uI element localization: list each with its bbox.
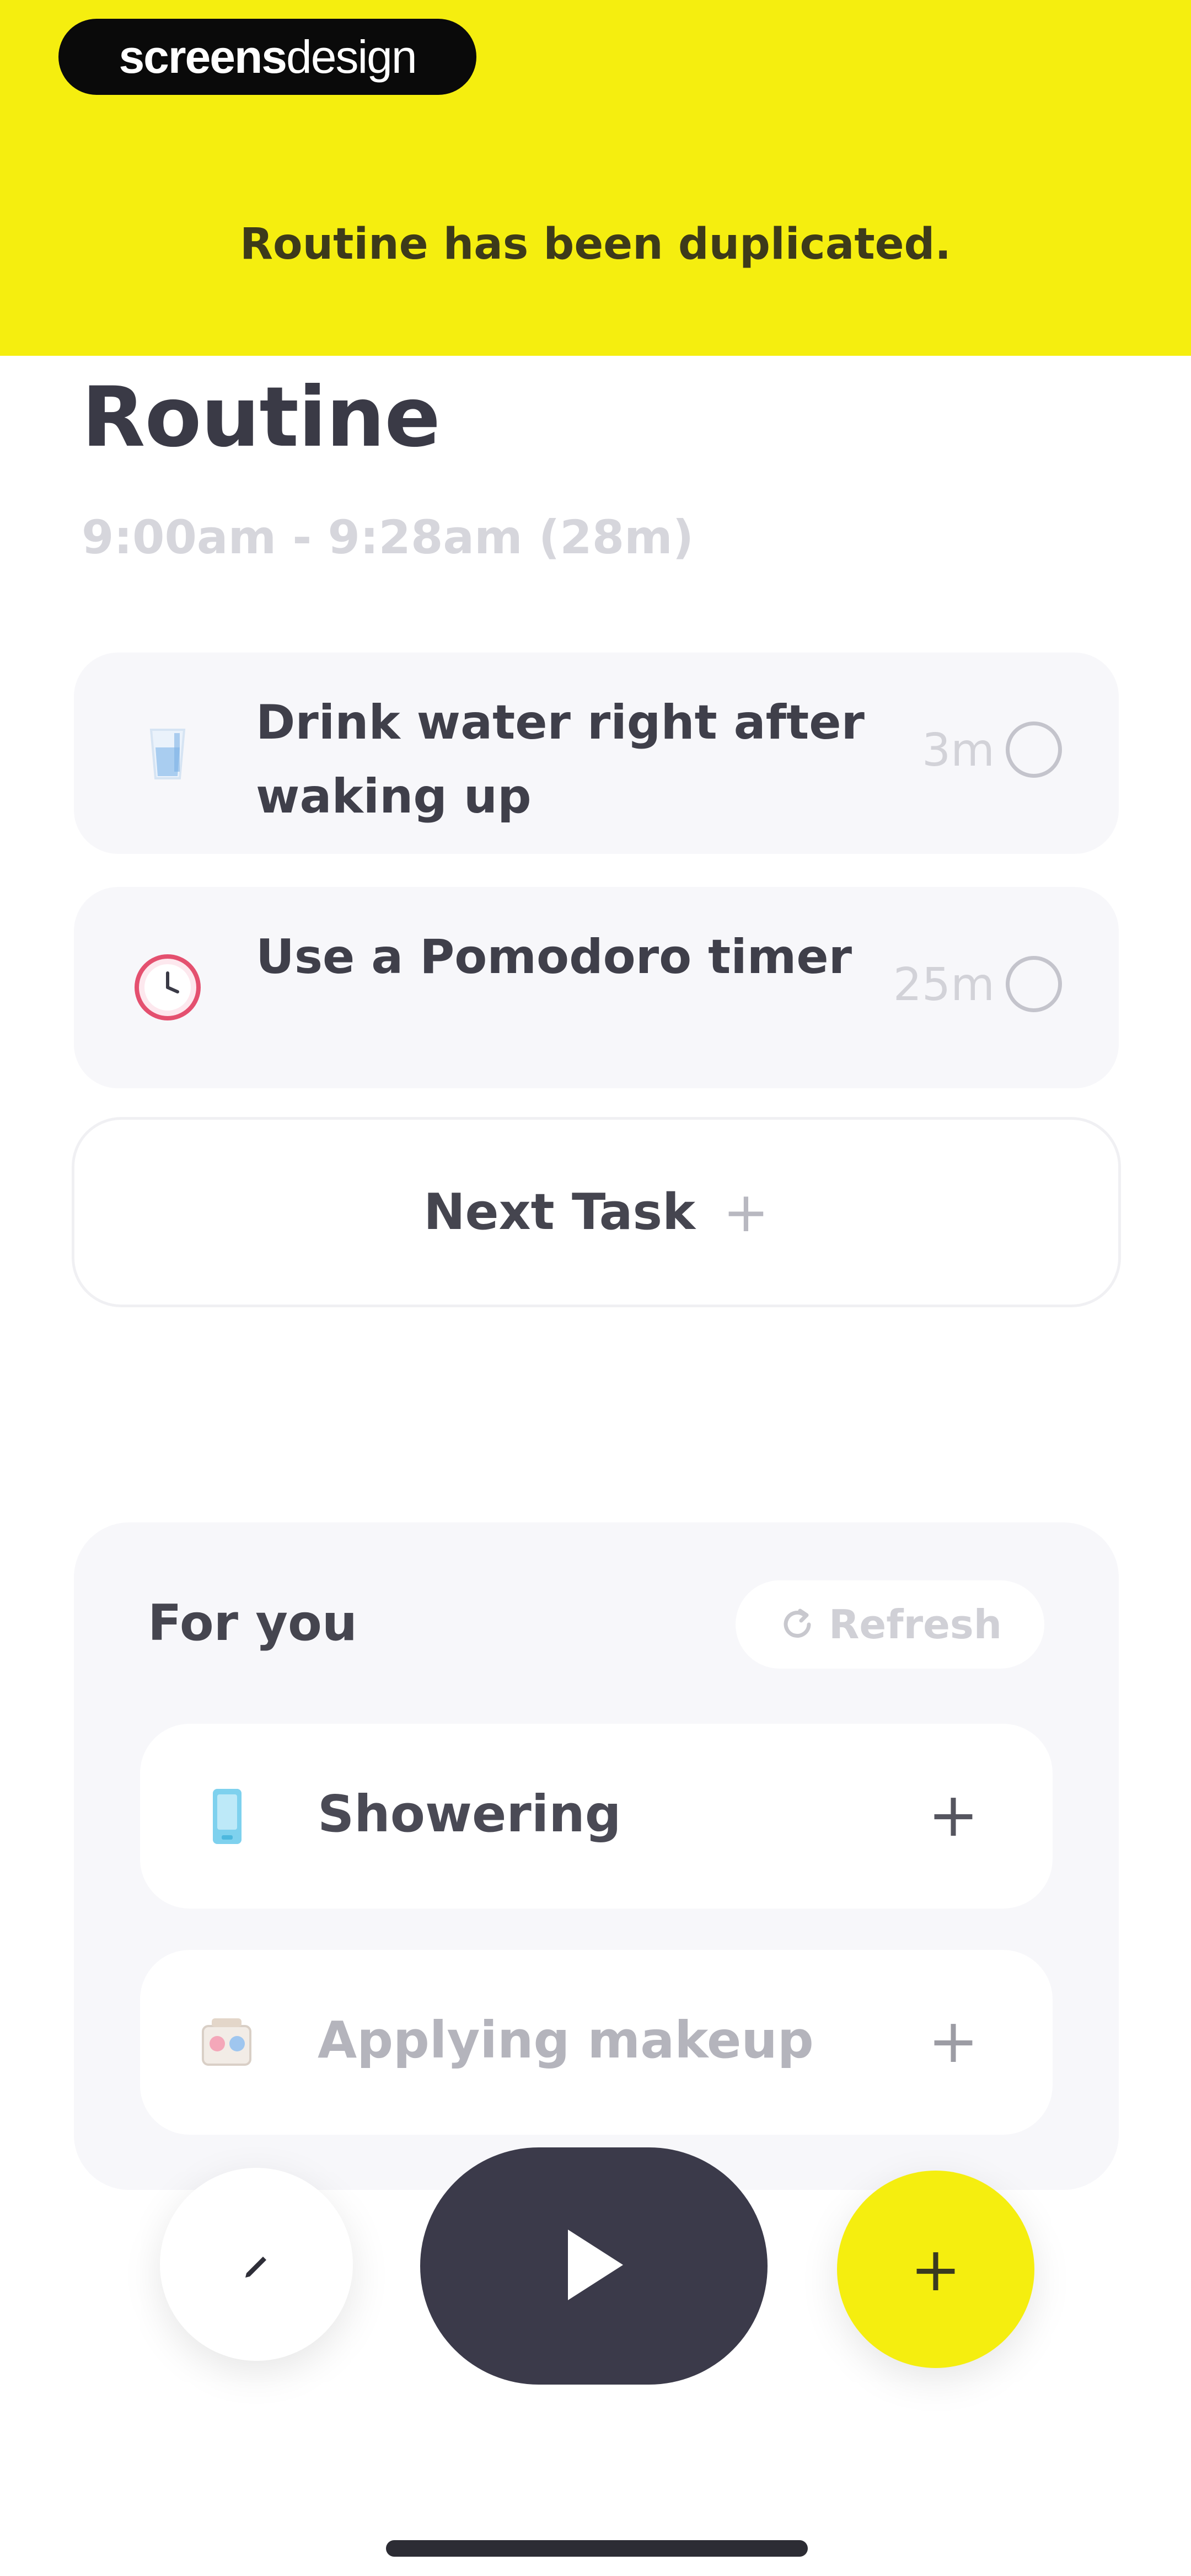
shower-icon (195, 1784, 259, 1848)
task-title: Drink water right after waking up (256, 695, 865, 824)
suggestion-item[interactable]: Applying makeup + (140, 1950, 1053, 2135)
task-title: Use a Pomodoro timer (256, 929, 852, 985)
plus-icon: + (722, 1180, 769, 1244)
refresh-button[interactable]: Refresh (736, 1580, 1044, 1669)
add-suggestion-button[interactable]: + (912, 1773, 995, 1856)
brand-logo: screens design (58, 19, 476, 95)
refresh-icon (778, 1605, 817, 1644)
home-indicator[interactable] (386, 2540, 808, 2557)
refresh-label: Refresh (828, 1601, 1002, 1648)
toast-message: Routine has been duplicated. (239, 220, 952, 269)
toast-banner: screens design Routine has been duplicate… (0, 0, 1191, 356)
play-icon (552, 2221, 635, 2311)
edit-button[interactable] (160, 2168, 353, 2361)
task-card[interactable]: Drink water right after waking up 3m (74, 653, 1119, 854)
for-you-panel: For you Refresh Showering + Applying mak… (74, 1522, 1119, 2190)
suggestion-title: Showering (318, 1784, 621, 1843)
for-you-title: For you (148, 1594, 357, 1652)
plus-icon: + (910, 2234, 962, 2305)
suggestion-title: Applying makeup (318, 2011, 814, 2070)
page-title: Routine (82, 370, 441, 466)
task-complete-checkbox[interactable] (1006, 722, 1062, 778)
next-task-label: Next Task (423, 1183, 695, 1241)
play-button[interactable] (420, 2147, 768, 2385)
add-suggestion-button[interactable]: + (912, 2000, 995, 2082)
routine-time-range: 9:00am - 9:28am (28m) (82, 510, 694, 564)
task-card[interactable]: Use a Pomodoro timer 25m (74, 887, 1119, 1088)
clock-icon (129, 948, 206, 1025)
makeup-icon (195, 2011, 259, 2074)
task-complete-checkbox[interactable] (1006, 956, 1062, 1012)
next-task-button[interactable]: Next Task + (72, 1117, 1121, 1307)
water-glass-icon (129, 713, 206, 790)
add-task-button[interactable]: + (837, 2171, 1034, 2368)
brand-logo-bold: screens (119, 30, 287, 83)
pencil-icon (234, 2241, 278, 2288)
suggestion-item[interactable]: Showering + (140, 1724, 1053, 1909)
brand-logo-light: design (286, 30, 417, 83)
